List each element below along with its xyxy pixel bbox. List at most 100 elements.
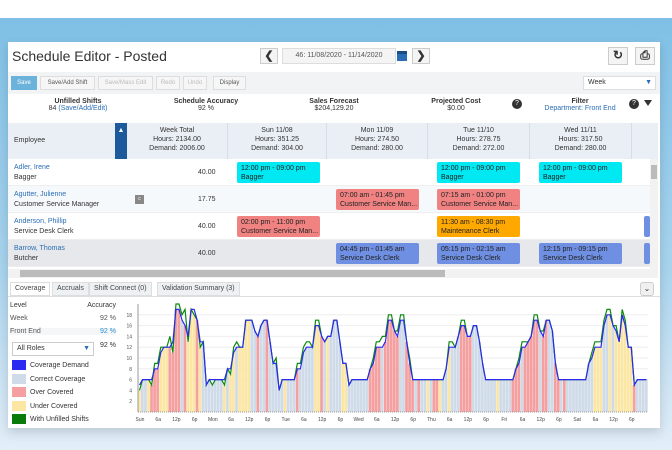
coverage-bar xyxy=(599,347,603,412)
legend-item: Coverage Demand xyxy=(12,360,89,372)
coverage-bar xyxy=(341,363,345,412)
save-add-edit-link[interactable]: (Save/Add/Edit) xyxy=(58,105,107,112)
coverage-bar xyxy=(268,341,272,412)
x-tick-label: 6p xyxy=(629,417,635,423)
coverage-bar xyxy=(247,320,251,412)
tab-accruals[interactable]: Accruals xyxy=(52,282,89,296)
sort-up-icon[interactable]: ▲ xyxy=(115,123,127,159)
coverage-bar xyxy=(566,379,569,412)
employee-name-link[interactable]: Adler, Irene xyxy=(14,163,50,173)
save-add-shift-button[interactable]: Save/Add Shift xyxy=(40,76,95,90)
coverage-bar xyxy=(377,347,381,412)
x-tick-label: Thu xyxy=(427,417,436,423)
redo-button[interactable]: Redo xyxy=(156,76,180,90)
badge-icon[interactable]: c xyxy=(135,195,144,204)
filter-help-icon[interactable]: ? xyxy=(629,99,639,109)
shift-block[interactable]: 07:15 am - 01:00 pm Customer Service Man.… xyxy=(437,189,520,210)
coverage-bar xyxy=(605,314,609,412)
coverage-bar xyxy=(277,390,281,412)
column-header: Tue 11/10 Hours: 278.75 Demand: 272.00 xyxy=(428,123,530,159)
prev-week-button[interactable]: ❮ xyxy=(260,48,278,64)
y-tick-label: 8 xyxy=(129,367,132,373)
coverage-bar xyxy=(575,379,578,412)
coverage-bar xyxy=(241,347,244,412)
coverage-bar xyxy=(238,347,241,412)
roles-select[interactable]: All Roles ▼ xyxy=(12,342,94,356)
coverage-bar xyxy=(371,363,375,412)
x-tick-label: 6a xyxy=(447,417,453,423)
coverage-bar xyxy=(259,325,263,412)
filter-department-link[interactable]: Department: Front End xyxy=(544,105,615,112)
help-icon[interactable]: ? xyxy=(512,99,522,109)
view-select[interactable]: Week ▼ xyxy=(583,76,656,90)
next-week-button[interactable]: ❯ xyxy=(412,48,430,64)
shift-block[interactable]: 12:15 pm - 09:15 pm Service Desk Clerk xyxy=(539,243,622,264)
shift-block[interactable]: 04:45 pm - 01:45 am Service Desk Clerk xyxy=(336,243,419,264)
coverage-bar xyxy=(456,336,460,412)
coverage-bar xyxy=(435,379,439,412)
coverage-bar xyxy=(223,385,226,412)
tab-shift[interactable]: Shift Connect (0) xyxy=(89,282,152,296)
coverage-bar xyxy=(626,347,630,412)
print-icon[interactable]: ⎙ xyxy=(635,47,655,65)
shift-block[interactable]: 02:00 pm - 11:00 pm Customer Service Man.… xyxy=(237,216,320,237)
employee-name-link[interactable]: Anderson, Phillip xyxy=(14,217,74,227)
coverage-bar xyxy=(298,368,302,412)
tab-coverage[interactable]: Coverage xyxy=(10,282,51,296)
employee-role: Butcher xyxy=(14,255,39,262)
shift-block[interactable]: 07:00 am - 01:45 pm Customer Service Man.… xyxy=(336,189,419,210)
coverage-bar xyxy=(216,379,220,412)
employee-role: Bagger xyxy=(14,174,37,181)
x-tick-label: 6p xyxy=(192,417,198,423)
calendar-icon[interactable] xyxy=(397,51,407,61)
coverage-bar xyxy=(611,325,615,412)
coverage-bar xyxy=(617,341,621,412)
collapse-panel-button[interactable]: ⌄ xyxy=(640,282,654,296)
coverage-bar xyxy=(563,379,566,412)
shift-block[interactable]: 12:00 pm - 09:00 pm Bagger xyxy=(237,162,320,183)
filter-icon[interactable] xyxy=(644,100,652,106)
refresh-icon[interactable]: ↻ xyxy=(608,47,628,65)
employee-name-link[interactable]: Agutter, Julienne xyxy=(14,190,99,200)
x-tick-label: 6a xyxy=(228,417,234,423)
coverage-bar xyxy=(602,325,606,412)
coverage-bar xyxy=(502,379,506,412)
coverage-bar xyxy=(541,336,545,412)
horizontal-scrollbar[interactable] xyxy=(8,269,658,278)
coverage-bar xyxy=(547,320,551,412)
coverage-bar xyxy=(289,379,293,412)
coverage-bar xyxy=(468,336,472,412)
x-tick-label: 6p xyxy=(556,417,562,423)
coverage-bar xyxy=(144,379,147,412)
shift-block[interactable]: 11:30 am - 08:30 pm Maintenance Clerk xyxy=(437,216,520,237)
coverage-bar xyxy=(508,379,512,412)
undo-button[interactable]: Undo xyxy=(183,76,207,90)
coverage-bar xyxy=(496,379,499,412)
table-row[interactable]: Barrow, Thomas Butcher 40.00 04:45 pm - 01… xyxy=(8,240,650,267)
coverage-bar xyxy=(644,379,648,412)
save-mass-edit-button[interactable]: Save/Mass Edit xyxy=(98,76,153,90)
shift-block[interactable]: 12:00 pm - 09:00 pm Bagger xyxy=(437,162,520,183)
table-row[interactable]: Agutter, Julienne Customer Service Manage… xyxy=(8,186,650,213)
display-button[interactable]: Display xyxy=(213,76,246,90)
coverage-bar xyxy=(380,347,384,412)
legend-item: Correct Coverage xyxy=(12,373,85,386)
shift-block[interactable]: 05:15 pm - 02:15 am Service Desk Clerk xyxy=(437,243,520,264)
coverage-bar xyxy=(229,374,232,412)
coverage-bar xyxy=(514,368,518,412)
coverage-bar xyxy=(165,347,169,412)
employee-name-link[interactable]: Barrow, Thomas xyxy=(14,244,65,254)
shift-block[interactable]: 12:00 pm - 09:00 pm Bagger xyxy=(539,162,622,183)
x-tick-label: 6a xyxy=(374,417,380,423)
save-button[interactable]: Save xyxy=(11,76,37,90)
coverage-bar xyxy=(429,379,433,412)
tab-validation[interactable]: Validation Summary (3) xyxy=(157,282,240,296)
table-row[interactable]: Anderson, Phillip Service Desk Clerk 40.0… xyxy=(8,213,650,240)
x-tick-label: 6p xyxy=(483,417,489,423)
vertical-scrollbar[interactable] xyxy=(650,159,658,269)
x-tick-label: 12p xyxy=(464,417,473,423)
week-total-hours: 40.00 xyxy=(198,250,216,257)
coverage-bar xyxy=(441,379,445,412)
employee-header[interactable]: Employee xyxy=(14,137,45,144)
table-row[interactable]: Adler, Irene Bagger 40.00 12:00 pm - 09:00… xyxy=(8,159,650,186)
